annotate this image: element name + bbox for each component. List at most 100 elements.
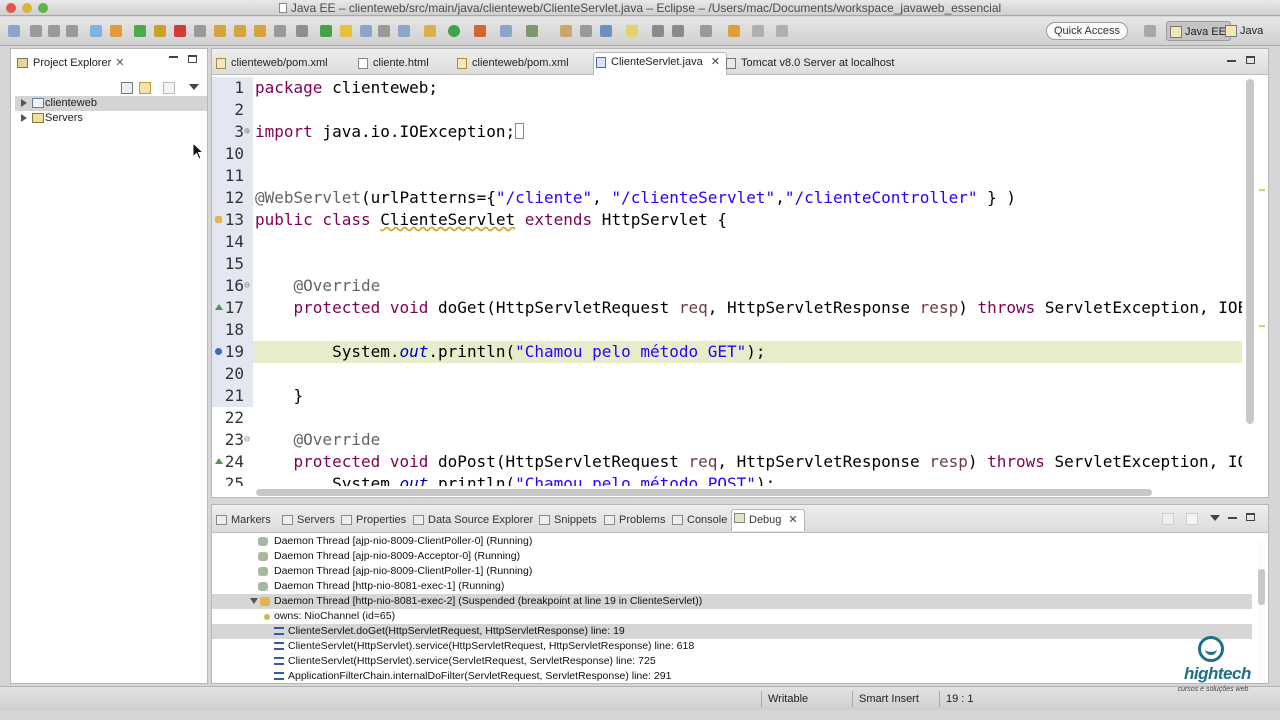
terminate-relaunch-icon[interactable] [110, 25, 122, 37]
last-edit-icon[interactable] [700, 25, 712, 37]
focus-icon[interactable] [163, 82, 175, 94]
previous-annotation-icon[interactable] [672, 25, 684, 37]
tab-console[interactable]: Console [670, 512, 727, 528]
link-with-editor-icon[interactable] [139, 82, 151, 94]
maximize-icon[interactable] [188, 55, 197, 63]
code-line: 16 ⊖ @Override [212, 275, 1242, 297]
close-icon[interactable]: ✕ [115, 57, 124, 69]
debug-vertical-scrollbar[interactable] [1258, 541, 1265, 681]
editor-vertical-scrollbar[interactable] [1246, 79, 1254, 424]
project-explorer-tab[interactable]: Project Explorer ✕ [15, 55, 124, 71]
fold-expand-icon[interactable]: ⊕ [244, 121, 250, 143]
save-all-icon[interactable] [48, 25, 60, 37]
fold-collapse-icon[interactable]: ⊖ [244, 429, 250, 451]
step-return-icon[interactable] [254, 25, 266, 37]
fold-collapse-icon[interactable]: ⊖ [244, 275, 250, 297]
maximize-icon[interactable] [1246, 513, 1255, 521]
tab-tomcat-server[interactable]: Tomcat v8.0 Server at localhost [724, 54, 894, 74]
suspend-icon[interactable] [154, 25, 166, 37]
expand-arrow-icon[interactable] [21, 114, 27, 122]
skip-breakpoints-icon[interactable] [90, 25, 102, 37]
editor-tab-bar: clienteweb/pom.xml cliente.html clientew… [212, 49, 1268, 75]
tab-debug[interactable]: Debug ✕ [731, 509, 805, 531]
step-into-icon[interactable] [214, 25, 226, 37]
print-icon[interactable] [66, 25, 78, 37]
next-annotation-icon[interactable] [652, 25, 664, 37]
use-step-filters-icon[interactable] [296, 25, 308, 37]
thread-running-icon [258, 537, 268, 546]
tab-problems[interactable]: Problems [602, 512, 665, 528]
tab-properties[interactable]: Properties [339, 512, 406, 528]
tab-snippets[interactable]: Snippets [537, 512, 597, 528]
stack-frame-row[interactable]: ClienteServlet(HttpServlet).service(Http… [212, 639, 1252, 654]
minimize-window-button[interactable] [22, 3, 32, 13]
maximize-icon[interactable] [1246, 56, 1255, 64]
debug-row-suspended-thread[interactable]: Daemon Thread [http-nio-8081-exec-2] (Su… [212, 594, 1252, 609]
view-menu-icon[interactable] [189, 84, 199, 90]
tree-item-servers[interactable]: Servers [15, 111, 207, 126]
run-icon[interactable] [448, 25, 460, 37]
tree-item-clienteweb[interactable]: clienteweb [15, 96, 207, 111]
overview-marker[interactable] [1259, 325, 1265, 327]
disconnect-icon[interactable] [194, 25, 206, 37]
open-perspective-icon[interactable] [1144, 25, 1156, 37]
debug-row[interactable]: Daemon Thread [ajp-nio-8009-ClientPoller… [212, 534, 1252, 549]
overview-marker[interactable] [1259, 189, 1265, 191]
debug-row[interactable]: Daemon Thread [ajp-nio-8009-ClientPoller… [212, 564, 1252, 579]
open-folder-icon[interactable] [560, 25, 572, 37]
new-server-icon[interactable] [320, 25, 332, 37]
stack-frame-icon [274, 672, 284, 680]
close-tab-icon[interactable]: ✕ [788, 514, 797, 526]
debug-row[interactable]: Daemon Thread [ajp-nio-8009-Acceptor-0] … [212, 549, 1252, 564]
expand-arrow-icon[interactable] [21, 99, 27, 107]
file-icon[interactable] [600, 25, 612, 37]
tab-clienteweb-pom-xml[interactable]: clienteweb/pom.xml [214, 54, 328, 74]
stack-frame-row[interactable]: ApplicationFilterChain.internalDoFilter(… [212, 669, 1252, 684]
zoom-window-button[interactable] [38, 3, 48, 13]
tab-markers[interactable]: Markers [214, 512, 271, 528]
editor-horizontal-scrollbar[interactable] [256, 489, 1152, 496]
minimize-icon[interactable] [169, 56, 178, 58]
perspective-java[interactable]: Java [1222, 21, 1267, 41]
forward-dropdown-icon[interactable] [776, 25, 788, 37]
forward-icon[interactable] [752, 25, 764, 37]
remove-terminated-icon[interactable] [1162, 513, 1174, 525]
collapse-arrow-icon[interactable] [250, 598, 258, 604]
drop-to-frame-icon[interactable] [274, 25, 286, 37]
view-menu-icon[interactable] [1210, 515, 1220, 521]
debug-row[interactable]: owns: NioChannel (id=65) [212, 609, 1252, 624]
save-icon[interactable] [30, 25, 42, 37]
highlight-icon[interactable] [340, 25, 352, 37]
collapse-icon[interactable] [1186, 513, 1198, 525]
new-icon[interactable] [8, 25, 20, 37]
tab-clienteweb-pom-xml-2[interactable]: clienteweb/pom.xml [455, 54, 569, 74]
tab-servers[interactable]: Servers [280, 512, 335, 528]
annotation-icon[interactable] [626, 25, 638, 37]
stack-frame-row[interactable]: ClienteServlet.doGet(HttpServletRequest,… [212, 624, 1252, 639]
close-tab-icon[interactable]: ✕ [711, 56, 720, 68]
task-icon[interactable] [378, 25, 390, 37]
resume-icon[interactable] [134, 25, 146, 37]
collapse-all-icon[interactable] [121, 82, 133, 94]
back-icon[interactable] [728, 25, 740, 37]
quick-access-field[interactable]: Quick Access [1046, 22, 1128, 40]
close-window-button[interactable] [6, 3, 16, 13]
minimize-icon[interactable] [1228, 517, 1237, 519]
tab-data-source-explorer[interactable]: Data Source Explorer [411, 512, 533, 528]
debug-icon[interactable] [424, 25, 436, 37]
tab-cliente-html[interactable]: cliente.html [356, 54, 429, 74]
new-java-class-icon[interactable] [500, 25, 512, 37]
tab-clienteservlet-java[interactable]: ClienteServlet.java ✕ [593, 52, 727, 75]
debug-row[interactable]: Daemon Thread [http-nio-8081-exec-1] (Ru… [212, 579, 1252, 594]
search-icon[interactable] [580, 25, 592, 37]
minimize-icon[interactable] [1227, 60, 1236, 62]
new-package-icon[interactable] [526, 25, 538, 37]
code-editor[interactable]: 1 package clienteweb; 2 3 ⊕ import java.io.… [212, 76, 1242, 486]
external-tools-icon[interactable] [474, 25, 486, 37]
web-browser-icon[interactable] [398, 25, 410, 37]
stack-frame-row[interactable]: ClienteServlet(HttpServlet).service(Serv… [212, 654, 1252, 669]
terminate-icon[interactable] [174, 25, 186, 37]
open-type-icon[interactable] [360, 25, 372, 37]
scrollbar-thumb[interactable] [1258, 569, 1265, 605]
step-over-icon[interactable] [234, 25, 246, 37]
